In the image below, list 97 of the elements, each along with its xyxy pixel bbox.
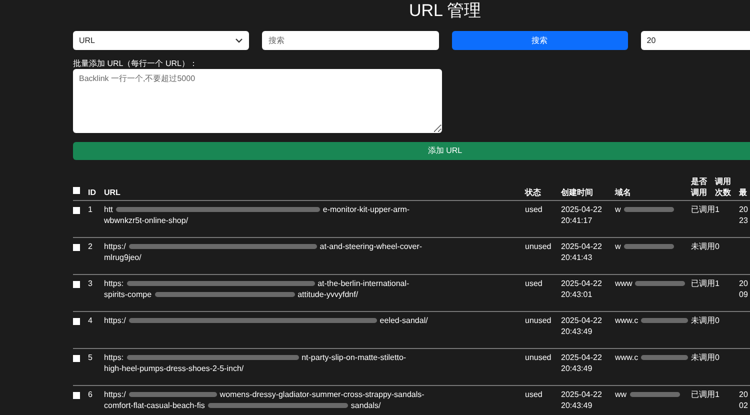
column-header: 最: [739, 187, 748, 198]
field-select[interactable]: URL: [73, 31, 250, 50]
table-cell: 3: [88, 278, 92, 289]
redaction-blur: [624, 207, 674, 212]
table-cell: 已调用: [691, 204, 715, 215]
date-text: 20:43:49: [561, 326, 592, 337]
domain-text: www: [615, 278, 632, 289]
status-text: unused: [525, 315, 552, 326]
date-text: 2025-04-22: [561, 315, 602, 326]
table-cell: 1: [715, 389, 720, 400]
url-text: e-monitor-kit-upper-arm-: [322, 204, 410, 215]
date-text: 2025-04-22: [561, 241, 602, 252]
url-text: https:/: [104, 315, 126, 326]
add-url-button[interactable]: 添加 URL: [73, 142, 750, 160]
url-text: wbwnkzr5t-online-shop/: [104, 215, 188, 226]
url-text: comfort-flat-casual-beach-fis: [104, 400, 205, 411]
url-text: https:: [104, 278, 124, 289]
table-cell: 20: [739, 389, 748, 400]
column-header: 是否调用: [691, 176, 708, 198]
search-field[interactable]: 搜索: [262, 31, 438, 50]
date-text: 2025-04-22: [561, 278, 602, 289]
domain-text: ww: [615, 389, 627, 400]
date-text: 20:43:49: [561, 400, 592, 411]
status-text: used: [525, 204, 542, 215]
checkbox[interactable]: [73, 244, 80, 251]
table-cell: 02: [739, 400, 748, 411]
redaction-blur: [630, 392, 680, 397]
url-text: https:: [104, 352, 124, 363]
table-cell: 0: [715, 241, 720, 252]
page-title: URL 管理: [408, 0, 482, 22]
date-text: 20:43:49: [561, 363, 592, 374]
table-cell: 0: [715, 352, 720, 363]
table-cell: 已调用: [691, 278, 715, 289]
domain-text: www.c: [615, 315, 638, 326]
url-text: nt-party-slip-on-matte-stiletto-: [302, 352, 406, 363]
redaction-blur: [635, 281, 686, 286]
checkbox[interactable]: [73, 318, 80, 325]
table-cell: 5: [88, 352, 92, 363]
bulk-add-label: 批量添加 URL（每行一个 URL）：: [73, 58, 198, 69]
table-cell: 未调用: [691, 315, 715, 326]
column-header: 调用次数: [715, 176, 732, 198]
table-cell: 未调用: [691, 241, 715, 252]
table-cell: 1: [715, 278, 720, 289]
table-cell: 未调用: [691, 352, 715, 363]
url-text: eeled-sandal/: [380, 315, 428, 326]
column-header: ID: [88, 187, 96, 198]
url-text: https:/: [104, 241, 126, 252]
checkbox[interactable]: [73, 281, 80, 288]
date-text: 20:43:01: [561, 289, 592, 300]
status-text: used: [525, 278, 542, 289]
table-cell: 6: [88, 389, 92, 400]
url-text: at-the-berlin-international-: [318, 278, 410, 289]
domain-text: w: [615, 241, 621, 252]
column-header: 状态: [525, 187, 541, 198]
status-text: used: [525, 389, 542, 400]
page-size-field[interactable]: 20: [640, 31, 750, 50]
table-cell: 1: [88, 204, 92, 215]
url-text: attitude-yvvyfdnf/: [298, 289, 358, 300]
url-text: high-heel-pumps-dress-shoes-2-5-inch/: [104, 363, 244, 374]
date-text: 2025-04-22: [561, 352, 602, 363]
domain-text: w: [615, 204, 621, 215]
url-input-box[interactable]: Backlink 一行一个,不要超过5000: [73, 69, 442, 133]
table-cell: 0: [715, 315, 720, 326]
date-text: 2025-04-22: [561, 204, 602, 215]
table-cell: 23: [739, 215, 748, 226]
url-text: https:/: [104, 389, 126, 400]
url-text: sandals/: [350, 400, 381, 411]
column-header: 创建时间: [561, 187, 593, 198]
table-cell: 已调用: [691, 389, 715, 400]
table-cell: 2: [88, 241, 92, 252]
status-text: unused: [525, 352, 552, 363]
date-text: 20:41:17: [561, 215, 592, 226]
search-button[interactable]: 搜索: [452, 31, 628, 50]
table-cell: 4: [88, 315, 92, 326]
checkbox[interactable]: [73, 207, 80, 214]
table-cell: 09: [739, 289, 748, 300]
table-cell: 1: [715, 204, 720, 215]
column-header: 域名: [615, 187, 632, 198]
checkbox[interactable]: [73, 392, 80, 399]
table-cell: 20: [739, 204, 748, 215]
url-text: womens-dressy-gladiator-summer-cross-strappy-sandals-: [220, 389, 424, 400]
date-text: 20:41:43: [561, 252, 592, 263]
redaction-blur: [641, 355, 688, 360]
checkbox[interactable]: [73, 355, 80, 362]
column-header: URL: [104, 187, 120, 198]
checkbox[interactable]: [73, 187, 80, 194]
domain-text: www.c: [615, 352, 638, 363]
redaction-blur: [624, 244, 674, 249]
redaction-blur: [641, 318, 688, 323]
table-cell: 20: [739, 278, 748, 289]
url-text: htt: [104, 204, 113, 215]
url-text: at-and-steering-wheel-cover-: [320, 241, 422, 252]
url-text: mlrug9jeo/: [104, 252, 142, 263]
url-text: spirits-compe: [104, 289, 152, 300]
chevron-down-icon: [235, 38, 244, 43]
date-text: 2025-04-22: [561, 389, 602, 400]
status-text: unused: [525, 241, 552, 252]
